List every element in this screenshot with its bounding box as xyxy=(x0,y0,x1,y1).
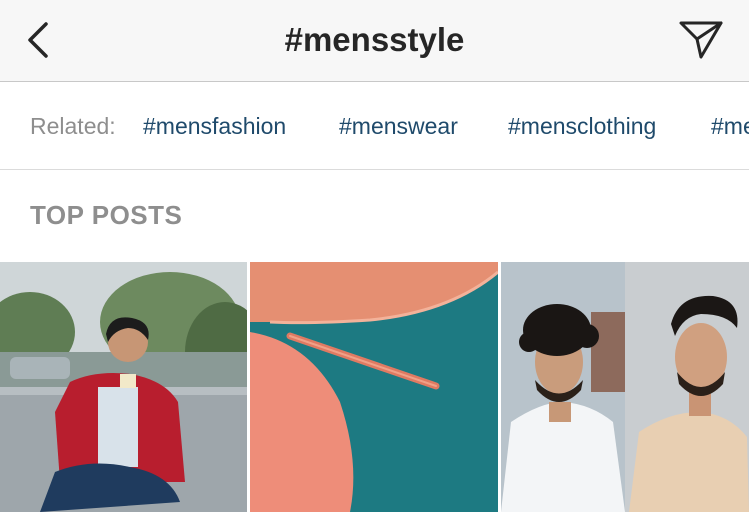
post-thumbnail-2[interactable] xyxy=(250,262,498,512)
related-tag-mensclothing[interactable]: #mensclothing xyxy=(508,82,656,169)
paper-plane-icon xyxy=(679,21,723,59)
post-image-1 xyxy=(0,262,247,512)
post-thumbnail-1[interactable] xyxy=(0,262,247,512)
related-label: Related: xyxy=(30,113,116,139)
page-title: #mensstyle xyxy=(284,21,465,58)
related-tag-menswear[interactable]: #menswear xyxy=(339,82,458,169)
chevron-left-icon xyxy=(28,22,48,58)
back-button[interactable] xyxy=(20,18,56,62)
post-image-3 xyxy=(501,262,749,512)
related-hashtags-bar: Related: #mensfashion #menswear #mensclo… xyxy=(0,82,749,170)
related-tag-mensfashion[interactable]: #mensfashion xyxy=(143,82,286,169)
top-posts-grid xyxy=(0,262,749,512)
post-image-2 xyxy=(250,262,498,512)
related-tag-truncated[interactable]: #me xyxy=(711,82,749,169)
navigation-bar: #mensstyle xyxy=(0,0,749,82)
top-posts-heading: TOP POSTS xyxy=(30,200,183,230)
share-button[interactable] xyxy=(674,14,728,64)
post-thumbnail-3[interactable] xyxy=(501,262,749,512)
